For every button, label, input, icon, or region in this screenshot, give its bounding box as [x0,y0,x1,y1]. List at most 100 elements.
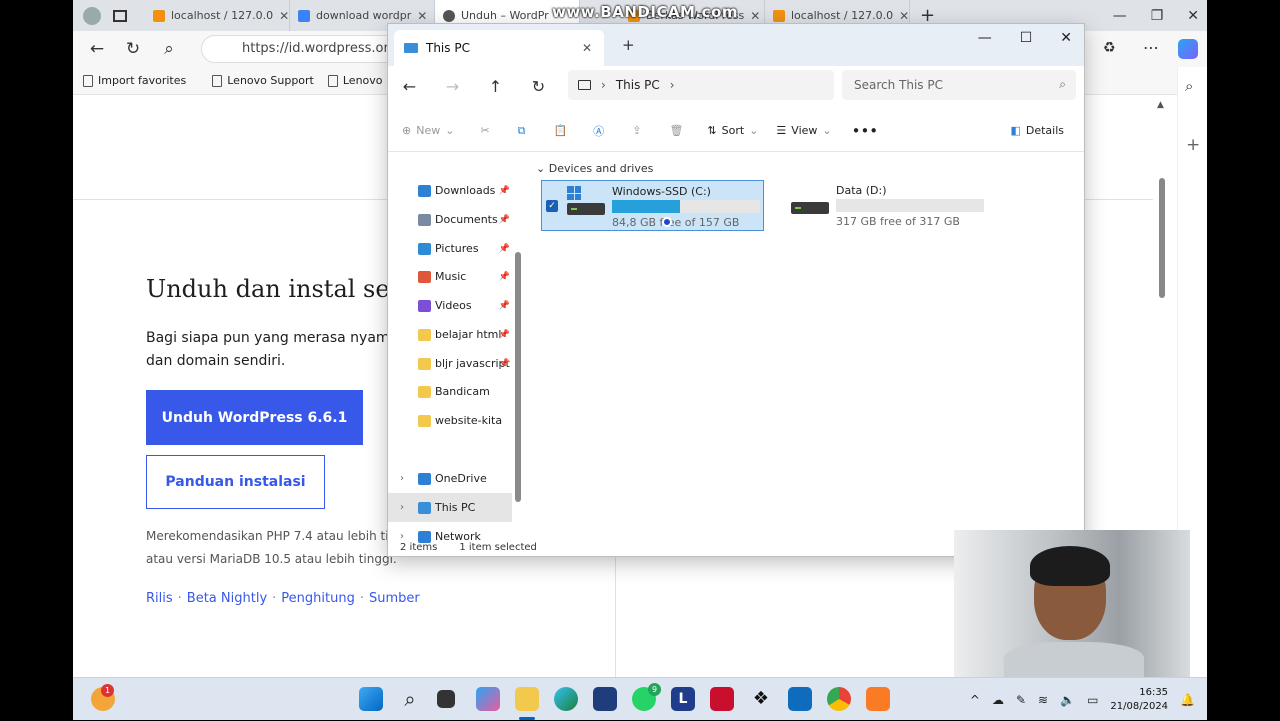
pen-icon[interactable]: ✎ [1016,693,1026,707]
explorer-address-bar[interactable]: › This PC › [568,70,834,100]
minimize-icon[interactable]: — [1113,8,1127,24]
more-options-icon[interactable]: ••• [852,122,879,140]
nav-item[interactable]: Music 📌 [388,262,512,291]
link-separator: · [359,591,364,606]
share-icon[interactable]: ⇪ [632,124,641,137]
tree-item[interactable]: › OneDrive [388,464,512,493]
delete-icon[interactable]: 🗑 [669,124,683,137]
more-icon[interactable]: ⋯ [1143,38,1159,57]
chevron-up-icon[interactable]: ^ [970,693,980,707]
details-button[interactable]: ◧ Details [1010,124,1064,137]
new-button[interactable]: ⊕ New ⌄ [402,124,454,137]
navigation-scrollbar[interactable] [515,252,521,502]
browser-tab[interactable]: localhost / 127.0.0 ✕ [145,0,290,31]
up-icon[interactable]: ↑ [474,77,517,96]
volume-icon[interactable]: 🔈 [1060,693,1075,707]
onedrive-icon[interactable]: ☁ [992,693,1004,707]
search-icon[interactable]: ⌕ [1185,77,1193,95]
view-button[interactable]: ☰ View ⌄ [776,124,831,137]
cut-icon[interactable]: ✂ [480,124,489,137]
extension-icon[interactable]: ♻ [1103,40,1116,56]
refresh-icon[interactable]: ↻ [517,77,560,96]
copilot-icon[interactable] [476,687,500,711]
favorite-item[interactable]: Lenovo [327,74,383,87]
close-icon[interactable]: ✕ [1060,30,1072,46]
chevron-right-icon[interactable]: › [670,78,675,92]
explorer-search-input[interactable]: Search This PC ⌕ [842,70,1076,100]
task-view-icon[interactable] [437,690,455,708]
drive-c[interactable]: ✓ Windows-SSD (C:) 84,8 GB free of 157 G… [541,180,764,231]
drive-d[interactable]: Data (D:) 317 GB free of 317 GB [766,180,996,231]
new-tab-icon[interactable]: + [622,36,635,54]
nav-item[interactable]: bljr javascript 📌 [388,349,512,378]
lenovo-vantage-icon[interactable]: L [671,687,695,711]
nav-item[interactable]: Documents 📌 [388,205,512,234]
url-field[interactable]: https://id.wordpress.org/d [201,35,410,63]
nav-item[interactable]: belajar html 📌 [388,320,512,349]
chevron-right-icon[interactable]: › [400,473,404,484]
close-icon[interactable]: ✕ [279,9,289,23]
link-source[interactable]: Sumber [369,591,420,606]
explorer-tab[interactable]: This PC ✕ [394,30,604,66]
add-icon[interactable]: + [1186,135,1200,155]
link-beta-nightly[interactable]: Beta Nightly [187,591,267,606]
battery-icon[interactable]: ▭ [1087,693,1098,707]
nav-item[interactable]: Pictures 📌 [388,234,512,263]
nav-item[interactable]: Bandicam [388,377,512,406]
favorite-item[interactable]: Lenovo Support [212,74,314,87]
close-icon[interactable]: ✕ [417,9,427,23]
profile-avatar-icon[interactable] [83,6,101,25]
chrome-icon[interactable] [827,687,851,711]
scroll-up-icon[interactable]: ▲ [1157,100,1164,110]
close-icon[interactable]: ✕ [750,9,760,23]
search-icon[interactable]: ⌕ [151,39,187,59]
sort-label: Sort [721,124,745,137]
clock[interactable]: 16:35 21/08/2024 [1110,686,1168,714]
webcam-overlay [954,530,1190,677]
drive-usage-bar [836,199,984,212]
xampp-icon[interactable] [866,687,890,711]
nav-item[interactable]: Downloads 📌 [388,176,512,205]
nav-item[interactable]: Videos 📌 [388,291,512,320]
download-wordpress-button[interactable]: Unduh WordPress 6.6.1 [146,390,363,445]
page-scrollbar[interactable] [1159,178,1165,298]
chevron-right-icon[interactable]: › [400,502,404,513]
copy-icon[interactable]: ⧉ [518,124,526,138]
tab-actions-icon[interactable] [113,9,127,22]
tree-item[interactable]: › This PC [388,493,512,522]
link-counter[interactable]: Penghitung [281,591,355,606]
close-icon[interactable]: ✕ [582,41,592,55]
wifi-icon[interactable]: ≋ [1038,693,1048,707]
edge-icon[interactable] [554,687,578,711]
outlook-icon[interactable] [788,687,812,711]
restore-icon[interactable]: ❐ [1151,8,1164,24]
dropbox-icon[interactable]: ❖ [749,687,773,711]
link-releases[interactable]: Rilis [146,591,173,606]
favorite-item[interactable]: Import favorites [83,74,186,87]
paste-icon[interactable]: 📋 [554,124,568,137]
sort-button[interactable]: ⇅ Sort ⌄ [707,124,758,137]
forward-icon[interactable]: → [431,77,474,96]
start-icon[interactable] [359,687,383,711]
file-explorer-icon[interactable] [515,687,539,711]
notifications-icon[interactable]: 🔔 [1180,693,1195,707]
devices-group-header[interactable]: ⌄ Devices and drives [536,162,653,175]
back-icon[interactable]: ← [388,77,431,96]
nav-item[interactable]: website-kita [388,406,512,435]
sort-icon: ⇅ [707,124,717,137]
page-icon [212,74,223,87]
minimize-icon[interactable]: — [978,30,992,46]
back-icon[interactable]: ← [79,39,115,59]
checkbox-icon[interactable]: ✓ [546,200,558,212]
close-icon[interactable]: ✕ [1187,8,1199,24]
rename-icon[interactable]: Ⓐ [593,123,604,139]
search-icon[interactable]: ⌕ [398,687,422,711]
close-icon[interactable]: ✕ [899,9,909,23]
refresh-icon[interactable]: ↻ [115,39,151,59]
store-icon[interactable] [593,687,617,711]
copilot-icon[interactable] [1178,39,1198,59]
folder-icon [418,213,431,226]
install-guide-button[interactable]: Panduan instalasi [146,455,325,509]
mcafee-icon[interactable] [710,687,734,711]
maximize-icon[interactable]: ☐ [1020,30,1033,46]
